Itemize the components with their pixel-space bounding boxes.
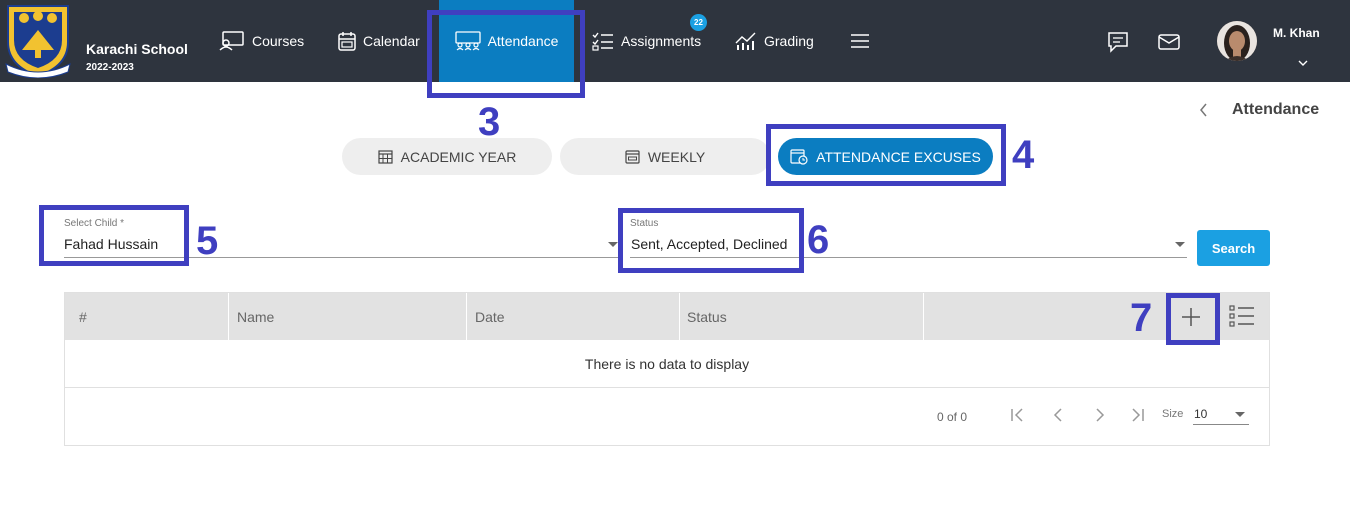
- excuses-table: # Name Date Status There is no data to d…: [64, 292, 1270, 446]
- select-child-dropdown-icon[interactable]: [608, 242, 618, 247]
- pager-count: 0 of 0: [937, 410, 968, 424]
- page-size-dropdown-icon[interactable]: [1235, 412, 1245, 417]
- top-navigation-bar: Karachi School 2022-2023 Courses Calenda…: [0, 0, 1350, 82]
- annotation-number-5: 5: [196, 219, 219, 263]
- grading-icon: [735, 32, 756, 50]
- mail-icon: [1158, 34, 1180, 50]
- nav-assignments[interactable]: Assignments: [592, 0, 701, 82]
- calendar-grid-icon: [378, 150, 393, 164]
- nav-more-menu[interactable]: [850, 0, 877, 82]
- column-header-number[interactable]: #: [65, 293, 229, 340]
- chevron-left-icon: [1200, 103, 1207, 117]
- page-size-label: Size: [1162, 408, 1184, 420]
- tab-weekly[interactable]: WEEKLY: [560, 138, 770, 175]
- nav-assignments-label: Assignments: [621, 33, 702, 49]
- messages-button[interactable]: [1107, 31, 1129, 58]
- school-year: 2022-2023: [86, 62, 134, 73]
- next-page-button[interactable]: [1090, 406, 1108, 429]
- tab-academic-year-label: ACADEMIC YEAR: [400, 148, 517, 165]
- school-info: Karachi School 2022-2023: [86, 41, 188, 73]
- assignments-icon: [592, 32, 613, 51]
- first-page-icon: [1011, 408, 1023, 422]
- annotation-number-7: 7: [1130, 296, 1153, 340]
- column-header-status[interactable]: Status: [680, 293, 924, 340]
- calendar-icon: [338, 32, 356, 51]
- nav-courses-label: Courses: [252, 33, 305, 49]
- back-button[interactable]: [1198, 102, 1210, 123]
- mail-button[interactable]: [1158, 31, 1180, 58]
- last-page-button[interactable]: [1128, 406, 1146, 429]
- annotation-box-7: [1166, 293, 1220, 345]
- page-size-underline: [1193, 424, 1249, 425]
- tab-academic-year[interactable]: ACADEMIC YEAR: [342, 138, 552, 175]
- empty-table-message: There is no data to display: [65, 340, 1269, 388]
- previous-page-button[interactable]: [1050, 406, 1068, 429]
- nav-calendar-label: Calendar: [363, 33, 420, 49]
- school-name: Karachi School: [86, 41, 188, 57]
- nav-courses[interactable]: Courses: [219, 0, 304, 82]
- tab-weekly-label: WEEKLY: [647, 148, 706, 165]
- nav-grading[interactable]: Grading: [735, 0, 814, 82]
- column-chooser-button[interactable]: [1229, 304, 1255, 328]
- chevron-down-icon: [1298, 60, 1308, 66]
- user-menu-chevron[interactable]: [1298, 54, 1308, 72]
- chat-icon: [1108, 32, 1128, 53]
- first-page-button[interactable]: [1009, 406, 1027, 429]
- nav-grading-label: Grading: [764, 33, 814, 49]
- list-icon: [1229, 305, 1254, 327]
- column-header-name[interactable]: Name: [229, 293, 467, 340]
- hamburger-menu-icon: [851, 34, 869, 48]
- school-logo[interactable]: [4, 4, 72, 79]
- last-page-icon: [1132, 408, 1144, 422]
- annotation-number-4: 4: [1012, 133, 1035, 177]
- annotation-number-3: 3: [478, 100, 501, 144]
- user-avatar[interactable]: [1217, 21, 1257, 61]
- status-dropdown-icon[interactable]: [1175, 242, 1185, 247]
- courses-icon: [219, 31, 244, 51]
- page-size-value[interactable]: 10: [1194, 407, 1207, 421]
- annotation-box-3: [427, 10, 585, 98]
- column-header-date[interactable]: Date: [467, 293, 680, 340]
- assignments-count-badge: 22: [690, 14, 707, 31]
- calendar-week-icon: [625, 150, 640, 164]
- chevron-right-icon: [1096, 408, 1105, 422]
- annotation-number-6: 6: [807, 218, 830, 262]
- table-header: # Name Date Status: [65, 293, 1269, 340]
- annotation-box-6: [618, 208, 804, 273]
- search-button[interactable]: Search: [1197, 230, 1270, 266]
- chevron-left-icon: [1053, 408, 1062, 422]
- annotation-box-5: [39, 205, 189, 266]
- user-name[interactable]: M. Khan: [1273, 26, 1320, 40]
- page-title: Attendance: [1232, 101, 1320, 118]
- nav-calendar[interactable]: Calendar: [338, 0, 420, 82]
- annotation-box-4: [766, 124, 1006, 186]
